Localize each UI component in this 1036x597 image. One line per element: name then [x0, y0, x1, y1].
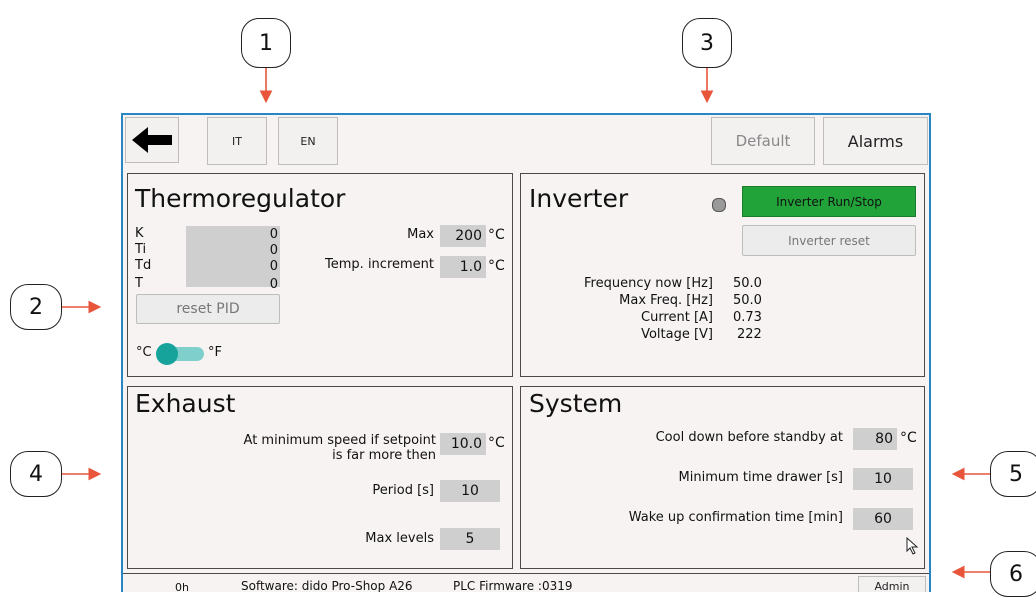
frequency-now-label: Frequency now [Hz]: [584, 276, 713, 291]
inverter-status-led: [712, 198, 726, 212]
arrow-left-icon: [132, 127, 172, 153]
back-button[interactable]: [125, 117, 179, 163]
inverter-run-stop-button[interactable]: Inverter Run/Stop: [742, 186, 916, 217]
thermoregulator-title: Thermoregulator: [135, 184, 346, 213]
max-temp-field[interactable]: 200: [440, 225, 486, 247]
increment-unit: °C: [488, 258, 505, 274]
min-time-drawer-label: Minimum time drawer [s]: [678, 470, 843, 485]
default-button[interactable]: Default: [711, 117, 815, 165]
period-field[interactable]: 10: [440, 480, 500, 502]
cool-down-label: Cool down before standby at: [655, 430, 843, 445]
pid-ti-label: Ti: [135, 242, 147, 257]
cursor-pointer-icon: [906, 537, 919, 555]
max-levels-field[interactable]: 5: [440, 528, 500, 550]
wake-up-confirmation-field[interactable]: 60: [853, 508, 913, 530]
callout-3: 3: [682, 18, 732, 68]
callout-6: 6: [990, 551, 1036, 597]
callout-2: 2: [10, 284, 62, 330]
pid-td-label: Td: [135, 258, 152, 273]
callout-5: 5: [990, 451, 1036, 497]
pid-t-label: T: [135, 276, 143, 291]
unit-toggle-knob: [156, 343, 178, 365]
temp-increment-label: Temp. increment: [325, 257, 434, 272]
period-label: Period [s]: [372, 483, 434, 498]
inverter-title: Inverter: [529, 184, 629, 213]
lang-it-button[interactable]: IT: [207, 117, 267, 165]
min-speed-field[interactable]: 10.0: [440, 433, 486, 455]
max-label: Max: [407, 227, 434, 242]
celsius-label: °C: [136, 345, 152, 360]
lang-en-button[interactable]: EN: [278, 117, 338, 165]
max-freq-value: 50.0: [733, 293, 762, 308]
max-unit: °C: [488, 227, 505, 243]
voltage-value: 222: [737, 327, 762, 342]
pid-k-value: 0: [269, 227, 278, 242]
wake-up-confirmation-label: Wake up confirmation time [min]: [628, 510, 843, 525]
status-divider: [123, 573, 929, 574]
cool-down-unit: °C: [900, 430, 917, 446]
pid-td-value: 0: [269, 259, 278, 274]
reset-pid-button[interactable]: reset PID: [136, 294, 280, 324]
inverter-panel: Inverter Inverter Run/Stop Inverter rese…: [520, 173, 925, 377]
pid-k-label: K: [135, 226, 144, 241]
plc-firmware: PLC Firmware :0319: [453, 579, 573, 592]
callout-1: 1: [241, 18, 291, 68]
temp-increment-field[interactable]: 1.0: [440, 256, 486, 278]
admin-button[interactable]: Admin: [858, 576, 926, 592]
max-freq-label: Max Freq. [Hz]: [619, 293, 713, 308]
pid-ti-value: 0: [269, 243, 278, 258]
cool-down-field[interactable]: 80: [853, 428, 897, 450]
min-speed-label-line1: At minimum speed if setpoint: [243, 433, 436, 448]
alarms-button[interactable]: Alarms: [823, 117, 928, 165]
unit-toggle[interactable]: [156, 343, 204, 365]
callout-4: 4: [10, 451, 62, 497]
min-time-drawer-field[interactable]: 10: [853, 468, 913, 490]
max-levels-label: Max levels: [365, 531, 434, 546]
thermoregulator-panel: Thermoregulator K Ti Td T 0 0 0 0 Max 20…: [127, 173, 513, 377]
fahrenheit-label: °F: [208, 345, 222, 360]
inverter-reset-button[interactable]: Inverter reset: [742, 225, 916, 256]
voltage-label: Voltage [V]: [641, 327, 713, 342]
exhaust-panel: Exhaust At minimum speed if setpoint is …: [127, 386, 513, 569]
exhaust-title: Exhaust: [135, 389, 236, 418]
min-speed-unit: °C: [488, 435, 505, 451]
hmi-screen: IT EN Default Alarms Thermoregulator K T…: [121, 113, 931, 592]
software-version: Software: dido Pro-Shop A26: [241, 579, 413, 592]
hours-counter: 0h: [175, 581, 189, 592]
current-label: Current [A]: [641, 310, 713, 325]
pid-t-value: 0: [269, 277, 278, 292]
system-panel: System Cool down before standby at 80 °C…: [520, 386, 925, 569]
min-speed-label-line2: is far more then: [332, 448, 436, 463]
current-value: 0.73: [733, 310, 762, 325]
system-title: System: [529, 389, 623, 418]
frequency-now-value: 50.0: [733, 276, 762, 291]
